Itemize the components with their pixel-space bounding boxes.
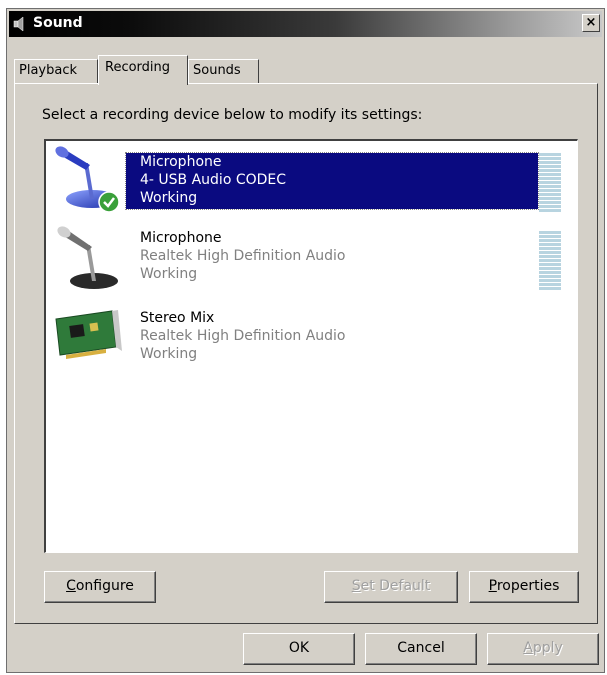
accel-key: C (66, 578, 76, 594)
device-name: Stereo Mix (140, 310, 215, 326)
tab-sounds[interactable]: Sounds (188, 59, 259, 83)
tab-recording[interactable]: Recording (98, 55, 188, 85)
accel-key: A (523, 640, 533, 656)
properties-button[interactable]: Properties (469, 571, 579, 603)
ok-button[interactable]: OK (243, 633, 355, 665)
device-info: Microphone 4- USB Audio CODEC Working (125, 152, 539, 210)
recording-panel: Select a recording device below to modif… (14, 83, 598, 624)
device-info: Stereo Mix Realtek High Definition Audio… (126, 309, 538, 365)
device-description: 4- USB Audio CODEC (140, 172, 287, 188)
button-label: roperties (496, 578, 560, 594)
device-status: Working (140, 266, 198, 282)
tab-label: Recording (105, 60, 171, 75)
tab-label: Playback (19, 63, 78, 78)
tab-label: Sounds (193, 63, 241, 78)
instruction-text: Select a recording device below to modif… (42, 107, 423, 123)
list-item-stereo-mix[interactable]: Stereo Mix Realtek High Definition Audio… (46, 303, 576, 373)
device-list[interactable]: Microphone 4- USB Audio CODEC Working Mi… (44, 139, 578, 553)
button-label: pply (532, 640, 563, 656)
level-meter (539, 153, 561, 212)
title-bar[interactable]: Sound × (9, 11, 602, 37)
configure-button[interactable]: Configure (44, 571, 156, 603)
tab-playback[interactable]: Playback (14, 59, 98, 83)
accel-key: P (488, 578, 497, 594)
accel-key: S (351, 578, 361, 594)
sound-card-icon (55, 310, 122, 359)
cancel-button[interactable]: Cancel (365, 633, 477, 665)
button-label: et Default (360, 578, 431, 594)
sound-dialog: Sound × Playback Recording Sounds Select… (6, 8, 605, 673)
level-meter (539, 231, 561, 290)
device-info: Microphone Realtek High Definition Audio… (126, 229, 538, 285)
device-name: Microphone (140, 230, 222, 246)
device-description: Realtek High Definition Audio (140, 248, 346, 264)
device-description: Realtek High Definition Audio (140, 328, 346, 344)
set-default-button[interactable]: Set Default (324, 571, 458, 603)
list-item-realtek-microphone[interactable]: Microphone Realtek High Definition Audio… (46, 223, 576, 293)
device-status: Working (140, 190, 198, 206)
default-device-check-icon (98, 191, 120, 213)
speaker-icon (13, 16, 24, 32)
device-name: Microphone (140, 154, 222, 170)
microphone-icon (57, 226, 118, 289)
window-title: Sound (33, 15, 83, 31)
apply-button[interactable]: Apply (487, 633, 599, 665)
close-button[interactable]: × (582, 14, 600, 32)
device-status: Working (140, 346, 198, 362)
list-item-usb-microphone[interactable]: Microphone 4- USB Audio CODEC Working (46, 143, 576, 213)
button-label: onfigure (75, 578, 134, 594)
